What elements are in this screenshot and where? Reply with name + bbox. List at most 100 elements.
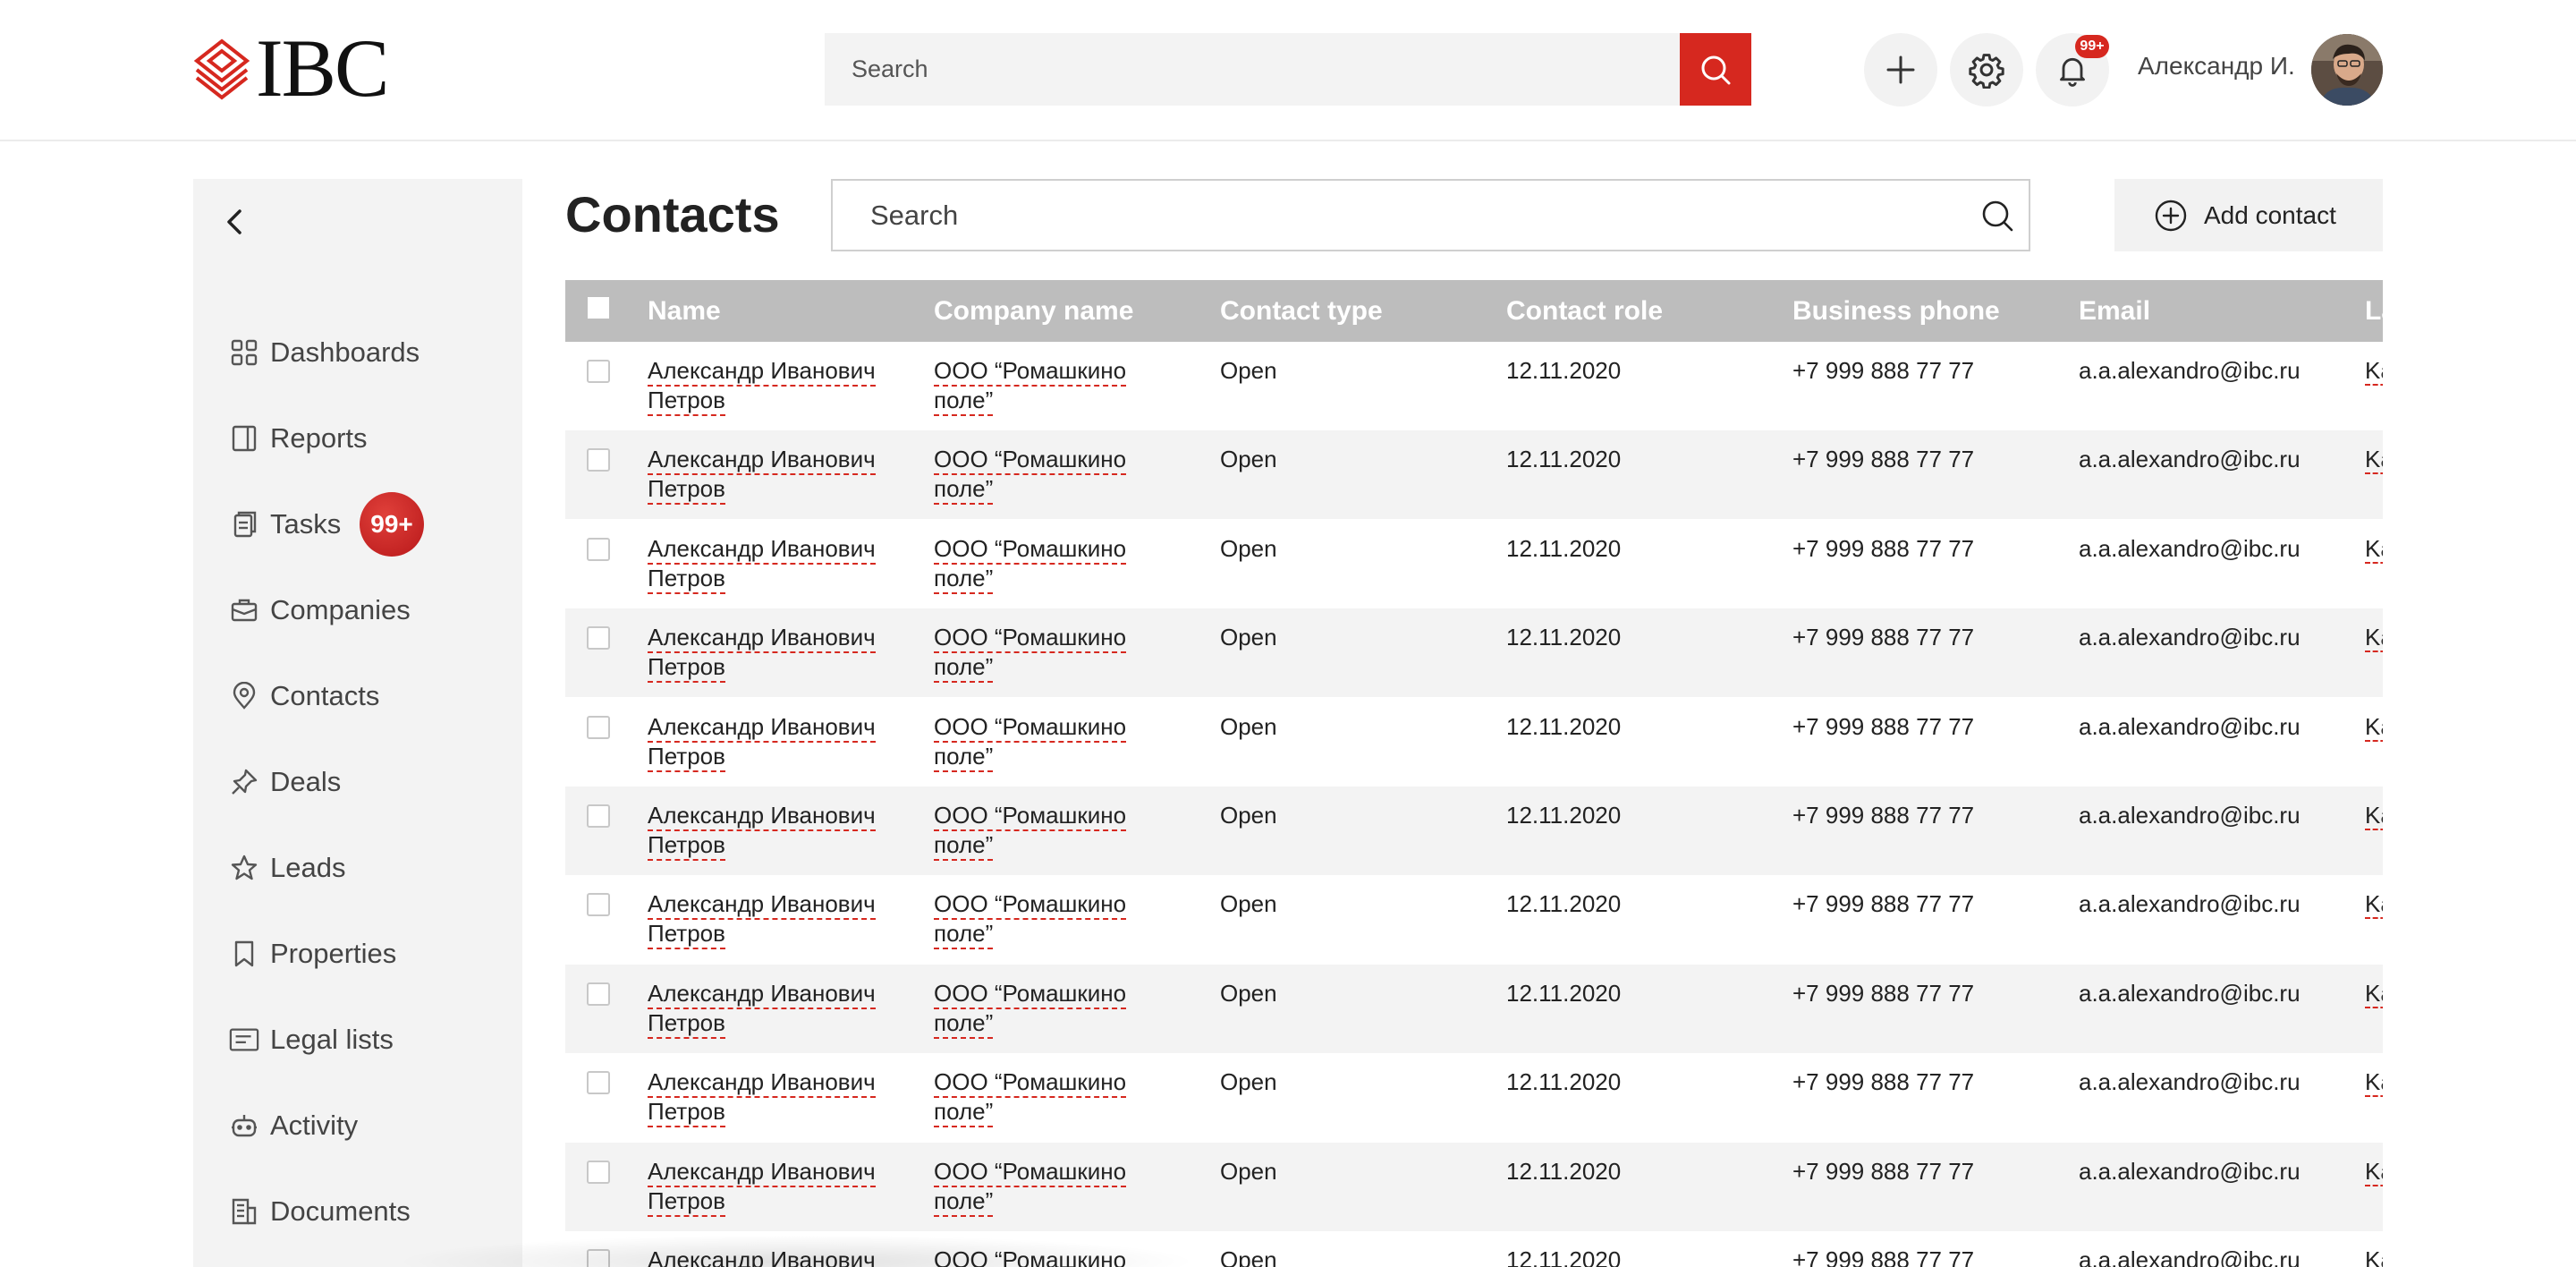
ibc-logo[interactable]: IBC [191, 27, 389, 109]
company-name-link[interactable]: ООО “Ромашкинополе” [934, 1246, 1127, 1267]
avatar[interactable] [2311, 34, 2383, 106]
contacts-search-button[interactable] [1966, 198, 2029, 234]
select-all-checkbox[interactable] [588, 297, 609, 319]
table-row[interactable]: Александр ИвановичПетров ООО “Ромашкинопо… [565, 698, 2383, 787]
global-search-button[interactable] [1680, 33, 1751, 106]
table-row[interactable]: Александр ИвановичПетров ООО “Ромашкинопо… [565, 608, 2383, 697]
sidebar-item-label: Documents [270, 1195, 411, 1227]
sidebar-item-label: Properties [270, 938, 397, 969]
user-name[interactable]: Александр И. [2138, 52, 2295, 81]
business-phone-cell: +7 999 888 77 77 [1792, 1246, 1975, 1267]
contact-name-link[interactable]: Александр ИвановичПетров [648, 712, 876, 772]
last-column-cell[interactable]: Ka [2365, 356, 2383, 386]
table-row[interactable]: Александр ИвановичПетров ООО “Ромашкинопо… [565, 875, 2383, 964]
table-row[interactable]: Александр ИвановичПетров ООО “Ромашкинопо… [565, 520, 2383, 608]
contact-name-link[interactable]: Александр ИвановичПетров [648, 1067, 876, 1127]
sidebar-item-activity[interactable]: Activity [229, 1083, 419, 1169]
contact-name-link[interactable]: Александр ИвановичПетров [648, 356, 876, 416]
last-column-cell[interactable]: Ka [2365, 1067, 2383, 1097]
sidebar-item-documents[interactable]: Documents [229, 1169, 419, 1254]
company-name-link[interactable]: ООО “Ромашкинополе” [934, 356, 1127, 416]
contact-type-cell: Open [1220, 1068, 1277, 1095]
company-name-link[interactable]: ООО “Ромашкинополе” [934, 445, 1127, 505]
last-column-cell[interactable]: Ka [2365, 1157, 2383, 1186]
global-search-input[interactable] [825, 33, 1680, 106]
column-header-last[interactable]: La [2365, 280, 2383, 342]
company-line-1: ООО “Ромашкино [934, 890, 1127, 920]
sidebar-item-reports[interactable]: Reports [229, 395, 419, 481]
name-line-1: Александр Иванович [648, 357, 876, 387]
table-row[interactable]: Александр ИвановичПетров ООО “Ромашкинопо… [565, 342, 2383, 430]
table-row[interactable]: Александр ИвановичПетров ООО “Ромашкинопо… [565, 787, 2383, 875]
sidebar-item-leads[interactable]: Leads [229, 825, 419, 911]
sidebar-item-label: Dashboards [270, 336, 420, 368]
row-checkbox[interactable] [587, 716, 610, 739]
sidebar-item-companies[interactable]: Companies [229, 567, 419, 653]
row-checkbox[interactable] [587, 893, 610, 916]
company-name-link[interactable]: ООО “Ромашкинополе” [934, 801, 1127, 861]
column-header-name[interactable]: Name [648, 280, 721, 342]
row-checkbox[interactable] [587, 360, 610, 383]
contact-name-link[interactable]: Александр ИвановичПетров [648, 623, 876, 683]
company-name-link[interactable]: ООО “Ромашкинополе” [934, 1067, 1127, 1127]
last-column-cell[interactable]: Ka [2365, 979, 2383, 1008]
row-checkbox[interactable] [587, 1161, 610, 1184]
table-row[interactable]: Александр ИвановичПетров ООО “Ромашкинопо… [565, 1231, 2383, 1267]
row-checkbox[interactable] [587, 1071, 610, 1094]
company-name-link[interactable]: ООО “Ромашкинополе” [934, 1157, 1127, 1217]
last-column-cell[interactable]: Ka [2365, 712, 2383, 742]
contact-name-link[interactable]: Александр ИвановичПетров [648, 801, 876, 861]
last-column-cell[interactable]: Ka [2365, 623, 2383, 652]
row-checkbox[interactable] [587, 982, 610, 1006]
company-line-2: поле” [934, 1009, 994, 1039]
contact-name-link[interactable]: Александр ИвановичПетров [648, 979, 876, 1039]
column-header-contact-role[interactable]: Contact role [1506, 280, 1663, 342]
contact-name-link[interactable]: Александр ИвановичПетров [648, 889, 876, 949]
create-new-button[interactable] [1864, 33, 1937, 106]
sidebar-item-label: Contacts [270, 680, 380, 711]
last-column-cell[interactable]: Ka [2365, 889, 2383, 919]
company-line-1: ООО “Ромашкино [934, 802, 1127, 831]
sidebar-item-tasks[interactable]: Tasks 99+ [229, 481, 424, 567]
last-column-cell[interactable]: Ka [2365, 801, 2383, 830]
table-row[interactable]: Александр ИвановичПетров ООО “Ромашкинопо… [565, 1143, 2383, 1231]
row-checkbox[interactable] [587, 538, 610, 561]
contacts-search-input[interactable] [833, 181, 1966, 250]
company-name-link[interactable]: ООО “Ромашкинополе” [934, 712, 1127, 772]
last-column-cell[interactable]: Ka [2365, 445, 2383, 474]
contact-name-link[interactable]: Александр ИвановичПетров [648, 534, 876, 594]
company-name-link[interactable]: ООО “Ромашкинополе” [934, 979, 1127, 1039]
company-line-1: ООО “Ромашкино [934, 357, 1127, 387]
contact-name-link[interactable]: Александр ИвановичПетров [648, 1246, 876, 1267]
company-name-link[interactable]: ООО “Ромашкинополе” [934, 534, 1127, 594]
sidebar-item-dashboards[interactable]: Dashboards [229, 310, 419, 395]
company-name-link[interactable]: ООО “Ромашкинополе” [934, 889, 1127, 949]
settings-button[interactable] [1950, 33, 2023, 106]
collapse-sidebar-button[interactable] [216, 204, 252, 240]
last-column-cell[interactable]: Ka [2365, 1246, 2383, 1267]
sidebar-item-contacts[interactable]: Contacts [229, 653, 419, 739]
sidebar-item-properties[interactable]: Properties [229, 911, 419, 997]
notifications-button[interactable]: 99+ [2036, 33, 2109, 106]
column-header-company[interactable]: Company name [934, 280, 1133, 342]
column-header-contact-type[interactable]: Contact type [1220, 280, 1383, 342]
contact-type-cell: Open [1220, 713, 1277, 740]
contact-name-link[interactable]: Александр ИвановичПетров [648, 1157, 876, 1217]
row-checkbox[interactable] [587, 804, 610, 828]
last-column-cell[interactable]: Ka [2365, 534, 2383, 564]
row-checkbox[interactable] [587, 1249, 610, 1267]
last-column-text: Ka [2365, 890, 2383, 919]
table-row[interactable]: Александр ИвановичПетров ООО “Ромашкинопо… [565, 965, 2383, 1053]
contact-name-link[interactable]: Александр ИвановичПетров [648, 445, 876, 505]
add-contact-button[interactable]: Add contact [2114, 179, 2383, 251]
column-header-email[interactable]: Email [2079, 280, 2150, 342]
company-name-link[interactable]: ООО “Ромашкинополе” [934, 623, 1127, 683]
sidebar-item-label: Tasks [270, 508, 342, 540]
sidebar-item-deals[interactable]: Deals [229, 739, 419, 825]
sidebar-item-legal-lists[interactable]: Legal lists [229, 997, 419, 1083]
row-checkbox[interactable] [587, 626, 610, 650]
table-row[interactable]: Александр ИвановичПетров ООО “Ромашкинопо… [565, 1053, 2383, 1142]
row-checkbox[interactable] [587, 448, 610, 472]
table-row[interactable]: Александр ИвановичПетров ООО “Ромашкинопо… [565, 430, 2383, 519]
column-header-business-phone[interactable]: Business phone [1792, 280, 2000, 342]
